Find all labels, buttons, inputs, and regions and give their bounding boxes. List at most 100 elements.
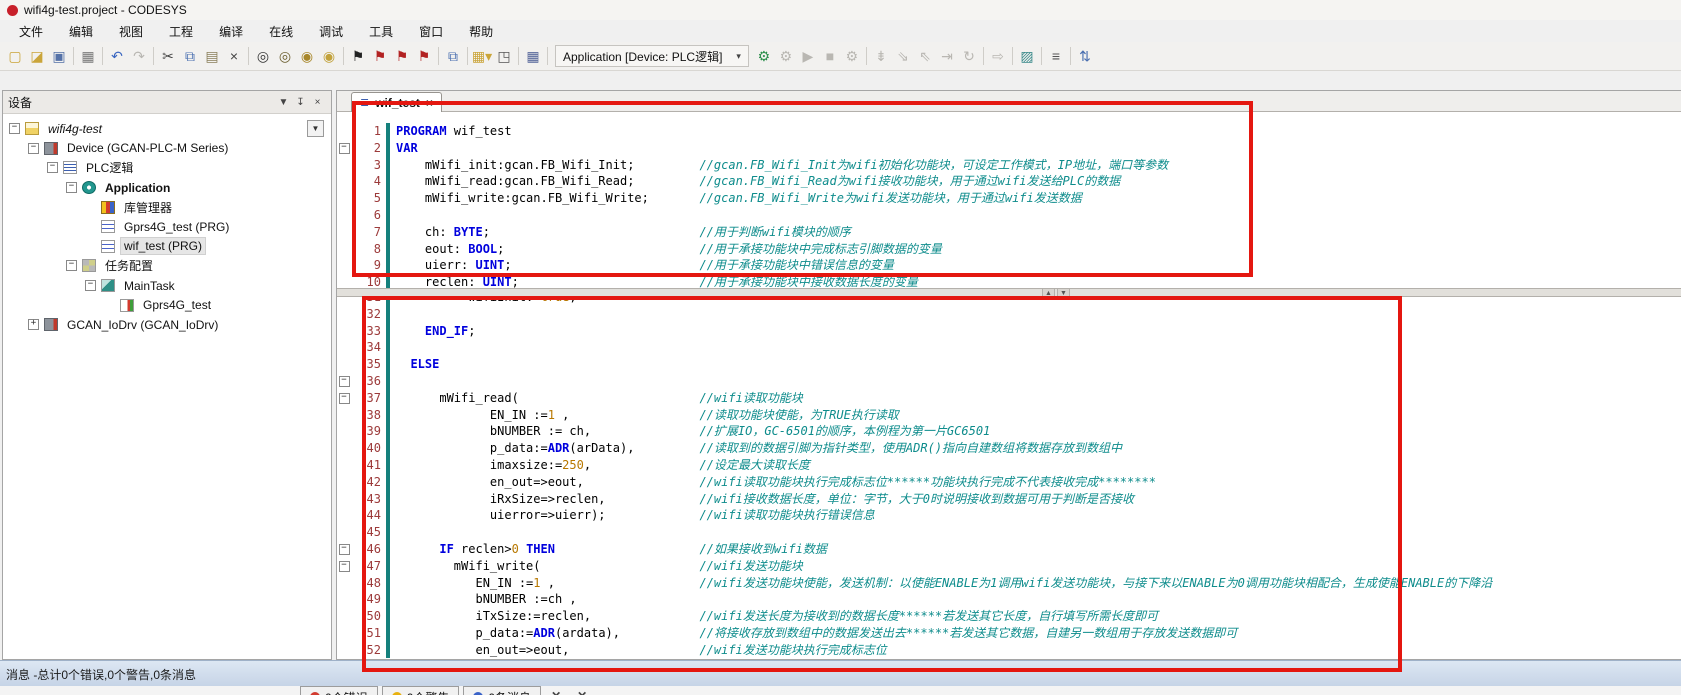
code-line-48[interactable]: 48 EN_IN :=1 , //wifi发送功能块使能，发送机制：以使能ENA…	[337, 575, 1681, 592]
tree-item-application[interactable]: −Application	[3, 178, 331, 198]
menu-file[interactable]: 文件	[6, 20, 56, 43]
incremental-search-icon[interactable]: ◎	[274, 45, 296, 67]
watch-icon[interactable]: ≡	[1045, 45, 1067, 67]
clear-bookmarks-icon[interactable]: ⚑	[413, 45, 435, 67]
print-icon[interactable]: ▦	[77, 45, 99, 67]
menu-tools[interactable]: 工具	[356, 20, 406, 43]
collapse-icon[interactable]: −	[28, 143, 39, 154]
paste-icon[interactable]: ▤	[201, 45, 223, 67]
code-line-40[interactable]: 40 p_data:=ADR(arData), //读取到的数据引脚为指针类型，…	[337, 440, 1681, 457]
code-line-7[interactable]: 7 ch: BYTE; //用于判断wifi模块的顺序	[337, 224, 1681, 241]
menu-window[interactable]: 窗口	[406, 20, 456, 43]
code-line-33[interactable]: 33 END_IF;	[337, 323, 1681, 340]
code-line-32[interactable]: 32	[337, 306, 1681, 323]
code-line-10[interactable]: 10 reclen: UINT; //用于承接功能块中接收数据长度的变量	[337, 274, 1681, 288]
tree-root-dropdown-icon[interactable]: ▼	[307, 120, 324, 137]
code-line-41[interactable]: 41 imaxsize:=250, //设定最大读取长度	[337, 457, 1681, 474]
tab-wif-test[interactable]: ≣ wif_test ×	[351, 92, 442, 112]
debug-settings-icon[interactable]: ⚙	[841, 45, 863, 67]
code-line-4[interactable]: 4 mWifi_read:gcan.FB_Wifi_Read; //gcan.F…	[337, 173, 1681, 190]
tree-item-gcan-iodrv-gcan-iodrv-[interactable]: +GCAN_IoDrv (GCAN_IoDrv)	[3, 315, 331, 335]
delete-icon[interactable]: ×	[223, 45, 245, 67]
single-cycle-icon[interactable]: ⇨	[987, 45, 1009, 67]
menu-project[interactable]: 工程	[156, 20, 206, 43]
active-application-selector[interactable]: Application [Device: PLC逻辑]▾	[555, 45, 749, 67]
expand-icon[interactable]: +	[28, 319, 39, 330]
code-line-3[interactable]: 3 mWifi_init:gcan.FB_Wifi_Init; //gcan.F…	[337, 157, 1681, 174]
tree-item-device-gcan-plc-m-series-[interactable]: −Device (GCAN-PLC-M Series)	[3, 139, 331, 159]
splitter-down-icon[interactable]: ▼	[1057, 288, 1070, 297]
code-line-36[interactable]: −36	[337, 373, 1681, 390]
collapse-icon[interactable]: −	[85, 280, 96, 291]
warnings-filter-button[interactable]: 0个警告	[382, 686, 460, 695]
fold-collapse-icon[interactable]: −	[339, 561, 350, 572]
open-project-icon[interactable]: ◪	[26, 45, 48, 67]
delete-messages-icon[interactable]: ✕	[571, 686, 593, 695]
code-line-5[interactable]: 5 mWifi_write:gcan.FB_Wifi_Write; //gcan…	[337, 190, 1681, 207]
cut-icon[interactable]: ✂	[157, 45, 179, 67]
find-icon[interactable]: ◎	[252, 45, 274, 67]
splitter-up-icon[interactable]: ▲	[1042, 288, 1055, 297]
collapse-icon[interactable]: −	[66, 182, 77, 193]
save-project-icon[interactable]: ▣	[48, 45, 70, 67]
force-values-icon[interactable]: ▨	[1016, 45, 1038, 67]
pin-icon[interactable]: ↧	[292, 97, 309, 108]
code-editor-declaration[interactable]: 1PROGRAM wif_test−2VAR3 mWifi_init:gcan.…	[337, 112, 1681, 288]
menu-edit[interactable]: 编辑	[56, 20, 106, 43]
tree-item-gprs4g-test[interactable]: Gprs4G_test	[3, 295, 331, 315]
scan-devices-icon[interactable]: ▦	[522, 45, 544, 67]
fold-collapse-icon[interactable]: −	[339, 143, 350, 154]
code-line-9[interactable]: 9 uierr: UINT; //用于承接功能块中错误信息的变量	[337, 257, 1681, 274]
reset-icon[interactable]: ↻	[958, 45, 980, 67]
paste-object-icon[interactable]: ⧉	[442, 45, 464, 67]
undo-icon[interactable]: ↶	[106, 45, 128, 67]
code-line-44[interactable]: 44 uierror=>uierr); //wifi读取功能块执行错误信息	[337, 507, 1681, 524]
fold-collapse-icon[interactable]: −	[339, 544, 350, 555]
code-line-31[interactable]: 31 wifiInit:=true;	[337, 297, 1681, 306]
code-line-50[interactable]: 50 iTxSize:=reclen, //wifi发送长度为接收到的数据长度*…	[337, 608, 1681, 625]
code-line-1[interactable]: 1PROGRAM wif_test	[337, 123, 1681, 140]
tab-close-icon[interactable]: ×	[426, 96, 433, 110]
code-line-49[interactable]: 49 bNUMBER :=ch ,	[337, 591, 1681, 608]
menu-online[interactable]: 在线	[256, 20, 306, 43]
step-out-icon[interactable]: ⇖	[914, 45, 936, 67]
replace-in-project-icon[interactable]: ◉	[318, 45, 340, 67]
redo-icon[interactable]: ↷	[128, 45, 150, 67]
menu-help[interactable]: 帮助	[456, 20, 506, 43]
code-line-43[interactable]: 43 iRxSize=>reclen, //wifi接收数据长度，单位：字节，大…	[337, 491, 1681, 508]
step-over-icon[interactable]: ⇟	[870, 45, 892, 67]
new-project-icon[interactable]: ▢	[4, 45, 26, 67]
tree-item-maintask[interactable]: −MainTask	[3, 276, 331, 296]
code-line-42[interactable]: 42 en_out=>eout, //wifi读取功能块执行完成标志位*****…	[337, 474, 1681, 491]
clear-messages-icon[interactable]: ✕	[545, 686, 567, 695]
logout-icon[interactable]: ⚙	[775, 45, 797, 67]
tree-item-plc-[interactable]: −PLC逻辑	[3, 158, 331, 178]
run-to-cursor-icon[interactable]: ⇥	[936, 45, 958, 67]
code-line-39[interactable]: 39 bNUMBER := ch, //扩展IO，GC-6501的顺序，本例程为…	[337, 423, 1681, 440]
fold-collapse-icon[interactable]: −	[339, 393, 350, 404]
close-icon[interactable]: ×	[309, 97, 326, 108]
next-bookmark-icon[interactable]: ⚑	[391, 45, 413, 67]
code-line-8[interactable]: 8 eout: BOOL; //用于承接功能块中完成标志引脚数据的变量	[337, 241, 1681, 258]
code-line-38[interactable]: 38 EN_IN :=1 , //读取功能块使能，为TRUE执行读取	[337, 407, 1681, 424]
tree-item--[interactable]: −任务配置	[3, 256, 331, 276]
collapse-icon[interactable]: −	[66, 260, 77, 271]
new-object-icon[interactable]: ▦▾	[471, 45, 493, 67]
code-line-51[interactable]: 51 p_data:=ADR(ardata), //将接收存放到数组中的数据发送…	[337, 625, 1681, 642]
collapse-icon[interactable]: −	[47, 162, 58, 173]
menu-view[interactable]: 视图	[106, 20, 156, 43]
edit-object-icon[interactable]: ◳	[493, 45, 515, 67]
tree-item-gprs4g-test-prg-[interactable]: Gprs4G_test (PRG)	[3, 217, 331, 237]
toggle-bookmark-icon[interactable]: ⚑	[347, 45, 369, 67]
code-line-47[interactable]: −47 mWifi_write( //wifi发送功能块	[337, 558, 1681, 575]
code-line-6[interactable]: 6	[337, 207, 1681, 224]
fold-collapse-icon[interactable]: −	[339, 376, 350, 387]
messages-filter-button[interactable]: 0条消息	[463, 686, 541, 695]
code-line-2[interactable]: −2VAR	[337, 140, 1681, 157]
code-line-52[interactable]: 52 en_out=>eout, //wifi发送功能块执行完成标志位	[337, 642, 1681, 658]
code-line-34[interactable]: 34	[337, 339, 1681, 356]
menu-debug[interactable]: 调试	[306, 20, 356, 43]
code-editor-implementation[interactable]: 31 wifiInit:=true;3233 END_IF;3435 ELSE−…	[337, 297, 1681, 658]
tree-item-wifi4g-test[interactable]: −wifi4g-test▼	[3, 119, 331, 139]
find-in-project-icon[interactable]: ◉	[296, 45, 318, 67]
